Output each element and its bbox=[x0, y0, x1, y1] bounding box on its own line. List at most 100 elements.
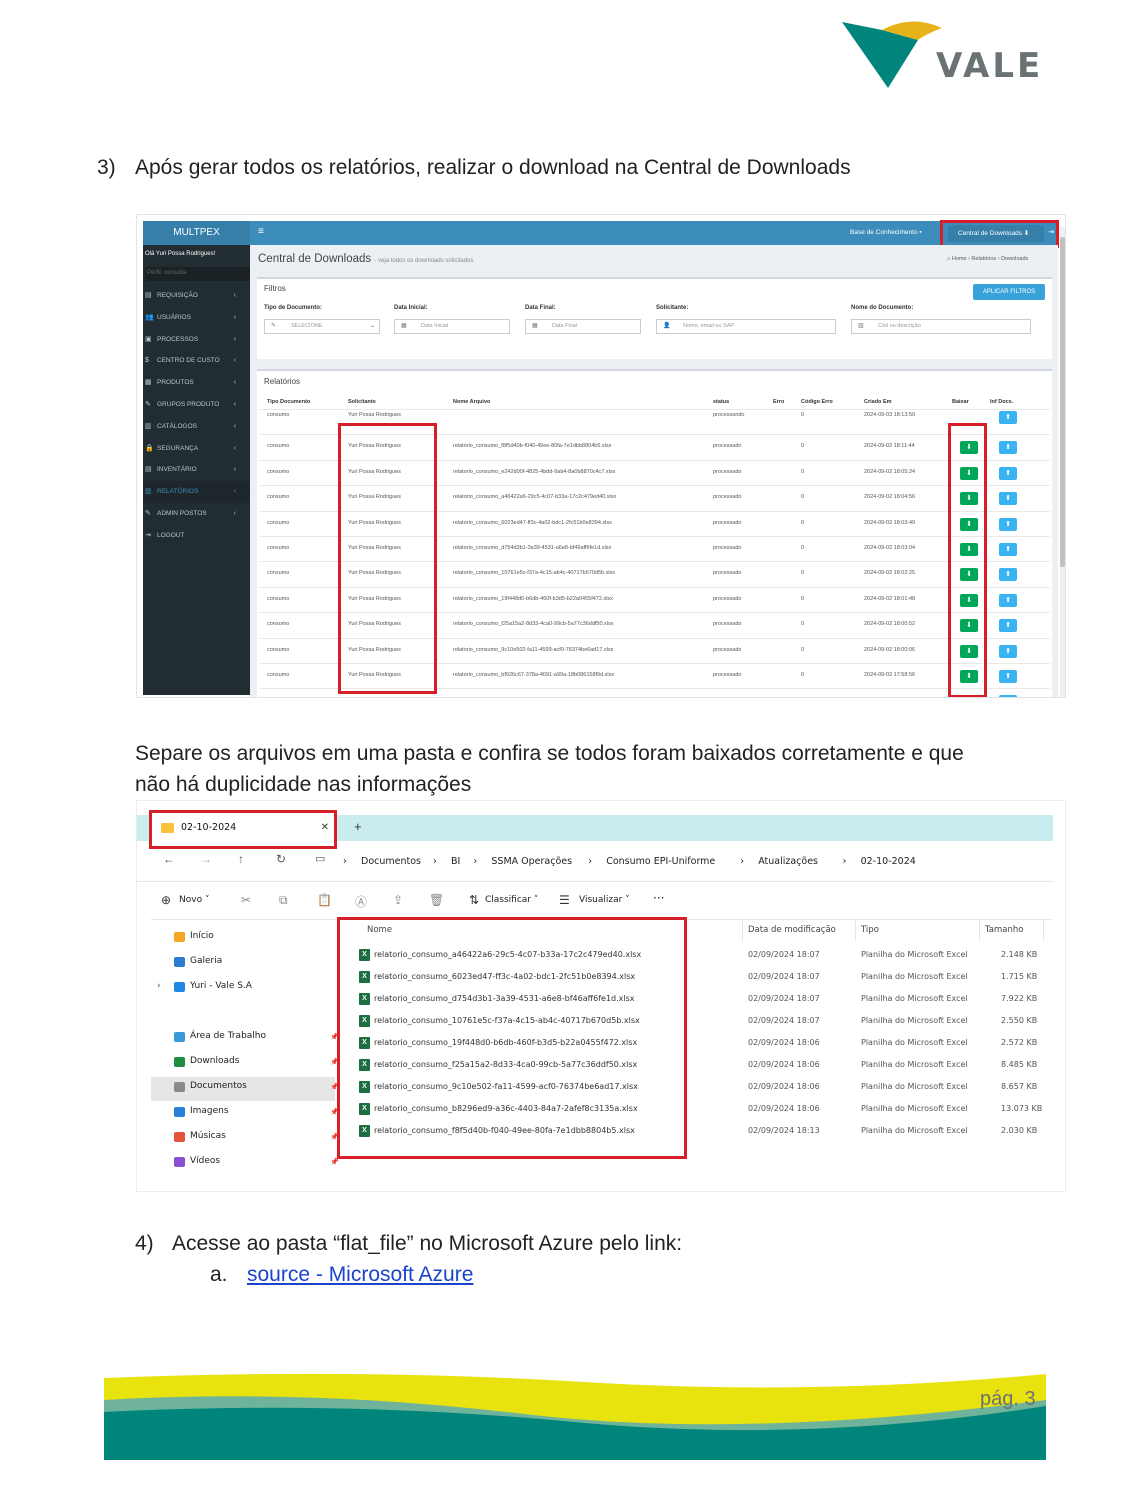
info-docs-button[interactable]: ⬆ bbox=[999, 568, 1017, 582]
breadcrumb-item[interactable]: Atualizações bbox=[758, 856, 818, 867]
sidebar-item-11[interactable]: ⇥ LOGOUT bbox=[143, 525, 250, 547]
column-header-2: Nome Arquivo bbox=[453, 399, 491, 405]
apply-filters-button[interactable]: APLICAR FILTROS bbox=[973, 284, 1045, 300]
refresh-icon[interactable]: ↻ bbox=[276, 852, 286, 866]
breadcrumb-home[interactable]: Home bbox=[952, 256, 967, 262]
file-column-header-2[interactable]: Tipo bbox=[861, 925, 879, 935]
cell-status: processado bbox=[713, 697, 741, 698]
sidebar-item-label: GRUPOS PRODUTO bbox=[157, 401, 220, 408]
rename-icon[interactable]: Ⓐ bbox=[355, 893, 367, 910]
file-size: 2.572 KB bbox=[1001, 1038, 1038, 1047]
user-greeting: Olá Yuri Possa Rodrigues! bbox=[145, 251, 216, 257]
sidebar-item-7[interactable]: 🔒 SEGURANÇA ‹ bbox=[143, 438, 250, 460]
share-icon[interactable]: ⇪ bbox=[393, 893, 403, 907]
info-docs-button[interactable]: ⬆ bbox=[999, 411, 1017, 424]
sidebar-item-4[interactable]: ▦ PRODUTOS ‹ bbox=[143, 372, 250, 394]
up-icon[interactable]: ↑ bbox=[238, 852, 244, 866]
cell-codigo: 0 bbox=[801, 595, 805, 602]
sidebar-item-0[interactable]: ▤ REQUISIÇÃO ‹ bbox=[143, 285, 250, 307]
filter-input-4[interactable]: ▥ Cód ou descrição bbox=[851, 319, 1031, 334]
sidebar-item-label: RELATÓRIOS bbox=[157, 488, 199, 496]
sidebar-item-8[interactable]: ▤ INVENTÁRIO ‹ bbox=[143, 459, 250, 481]
filter-input-1[interactable]: ▦ Data Inicial bbox=[394, 319, 510, 334]
menu-toggle-icon[interactable]: ≡ bbox=[258, 226, 264, 237]
chevron-left-icon: ‹ bbox=[233, 510, 236, 517]
more-options-button[interactable]: ··· bbox=[653, 891, 664, 905]
info-docs-button[interactable]: ⬆ bbox=[999, 466, 1017, 480]
info-docs-button[interactable]: ⬆ bbox=[999, 441, 1017, 455]
sidebar-item-2[interactable]: ▣ PROCESSOS ‹ bbox=[143, 329, 250, 351]
info-docs-button[interactable]: ⬆ bbox=[999, 695, 1017, 697]
breadcrumb-item[interactable]: 02-10-2024 bbox=[861, 856, 916, 867]
new-button[interactable]: Novo ˅ bbox=[179, 895, 209, 905]
cell-criado: 2024-09-02 18:01:48 bbox=[864, 595, 916, 602]
info-docs-button[interactable]: ⬆ bbox=[999, 492, 1017, 506]
sidebar-item-1[interactable]: 👥 USUÁRIOS ‹ bbox=[143, 307, 250, 329]
info-docs-button[interactable]: ⬆ bbox=[999, 619, 1017, 633]
new-icon[interactable]: ⊕ bbox=[161, 893, 171, 907]
column-divider bbox=[1043, 919, 1044, 941]
sidebar-item-9[interactable]: ▥ RELATÓRIOS ‹ bbox=[143, 481, 250, 504]
sort-button[interactable]: Classificar ˅ bbox=[485, 895, 538, 905]
info-docs-button[interactable]: ⬆ bbox=[999, 517, 1017, 531]
new-tab-icon[interactable]: + bbox=[354, 819, 362, 834]
back-icon[interactable]: ← bbox=[163, 852, 175, 866]
sidebar-item-6[interactable]: ▥ CATÁLOGOS ‹ bbox=[143, 416, 250, 438]
sidebar-item-3[interactable]: $ CENTRO DE CUSTO ‹ bbox=[143, 350, 250, 372]
breadcrumb-separator: › bbox=[588, 856, 592, 867]
file-column-header-1[interactable]: Data de modificação bbox=[748, 925, 836, 935]
cell-tipo: consumo bbox=[267, 621, 290, 628]
multpex-brand[interactable]: MULTPEX bbox=[143, 221, 250, 245]
info-docs-button[interactable]: ⬆ bbox=[999, 670, 1017, 683]
forward-icon[interactable]: → bbox=[200, 852, 212, 866]
info-docs-button[interactable]: ⬆ bbox=[999, 593, 1017, 607]
breadcrumb-reports[interactable]: Relatórios bbox=[971, 256, 996, 262]
nav-item-8[interactable]: Vídeos bbox=[190, 1156, 220, 1166]
breadcrumb-item[interactable]: Documentos bbox=[361, 856, 421, 867]
cell-codigo: 0 bbox=[801, 570, 805, 577]
delete-icon[interactable]: 🗑 bbox=[429, 893, 444, 907]
knowledge-base-link[interactable]: Base de Conhecimento ▪ bbox=[850, 229, 922, 236]
filter-input-2[interactable]: ▦ Data Final bbox=[525, 319, 641, 334]
view-icon[interactable]: ☰ bbox=[559, 893, 570, 907]
file-size: 1.715 KB bbox=[1001, 972, 1038, 981]
cell-tipo: consumo bbox=[267, 672, 290, 678]
column-divider bbox=[855, 919, 856, 941]
breadcrumb-item[interactable]: BI bbox=[451, 856, 460, 867]
sidebar-item-10[interactable]: ✎ ADMIN POSTOS ‹ bbox=[143, 503, 250, 525]
file-type: Planilha do Microsoft Excel bbox=[861, 1016, 968, 1025]
copy-icon[interactable]: ⧉ bbox=[279, 893, 288, 908]
breadcrumb-separator: › bbox=[842, 856, 847, 867]
pin-icon[interactable]: 📌 bbox=[330, 1158, 339, 1166]
breadcrumb-separator: › bbox=[740, 856, 744, 867]
chevron-left-icon: ‹ bbox=[233, 488, 236, 496]
cell-status: processando bbox=[713, 412, 745, 418]
paste-icon[interactable]: 📋 bbox=[317, 893, 332, 907]
filter-input-0[interactable]: ✎ SELECIONE ⌄ bbox=[264, 319, 380, 334]
breadcrumb-item[interactable]: SSMA Operações bbox=[491, 856, 572, 867]
file-column-header-3[interactable]: Tamanho bbox=[985, 925, 1023, 935]
sidebar-item-label: PROCESSOS bbox=[157, 335, 199, 343]
file-date: 02/09/2024 18:06 bbox=[748, 1104, 820, 1113]
cut-icon[interactable]: ✂ bbox=[241, 893, 251, 907]
sort-icon[interactable]: ⇅ bbox=[469, 893, 479, 907]
info-docs-button[interactable]: ⬆ bbox=[999, 543, 1017, 556]
azure-source-link[interactable]: source - Microsoft Azure bbox=[247, 1263, 473, 1287]
cell-codigo: 0 bbox=[801, 468, 805, 475]
file-date: 02/09/2024 18:13 bbox=[748, 1126, 820, 1135]
scrollbar[interactable] bbox=[1060, 227, 1065, 697]
sidebar-item-5[interactable]: ✎ GRUPOS PRODUTO ‹ bbox=[143, 394, 250, 416]
info-docs-button[interactable]: ⬆ bbox=[999, 644, 1017, 658]
page-title: Central de Downloads - veja todos os dow… bbox=[258, 253, 474, 265]
nav-item-0[interactable]: Início bbox=[190, 931, 214, 941]
filter-placeholder: Data Final bbox=[552, 323, 578, 329]
cell-codigo: 0 bbox=[801, 519, 805, 526]
breadcrumb-item[interactable]: Consumo EPI-Uniforme bbox=[606, 856, 715, 867]
cell-arquivo: relatorio_consumo_e242d00f-4825-4bdd-9ab… bbox=[453, 468, 616, 475]
sidebar-item-label: SEGURANÇA bbox=[157, 444, 199, 452]
view-button[interactable]: Visualizar ˅ bbox=[579, 895, 630, 905]
file-date: 02/09/2024 18:06 bbox=[748, 1060, 820, 1069]
home-icon: ⌂ bbox=[947, 256, 951, 262]
filter-input-3[interactable]: 👤 Nome, email ou SAP bbox=[656, 319, 836, 334]
file-date: 02/09/2024 18:07 bbox=[748, 1016, 820, 1025]
